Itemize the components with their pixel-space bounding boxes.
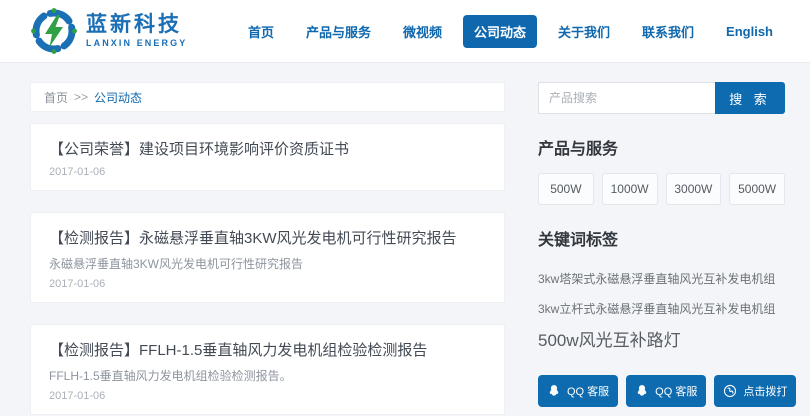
product-option-1000w[interactable]: 1000W [602, 173, 658, 205]
header: 蓝新科技 LANXIN ENERGY 首页 产品与服务 微视频 公司动态 关于我… [0, 0, 810, 63]
news-column: 首页 >> 公司动态 【公司荣誉】建设项目环境影响评价资质证书 2017-01-… [30, 82, 505, 416]
nav-item-home[interactable]: 首页 [237, 15, 285, 48]
news-title: 【检测报告】永磁悬浮垂直轴3KW风光发电机可行性研究报告 [49, 227, 486, 248]
contact-buttons: QQ 客服 QQ 客服 点击拨打 [538, 375, 785, 407]
qq-service-label: QQ 客服 [655, 383, 697, 399]
nav-item-english[interactable]: English [715, 17, 784, 46]
breadcrumb: 首页 >> 公司动态 [30, 82, 505, 112]
keyword-tag[interactable]: 500w风光互补路灯 [538, 331, 681, 350]
qq-service-button-2[interactable]: QQ 客服 [626, 375, 706, 407]
news-item-2[interactable]: 【检测报告】永磁悬浮垂直轴3KW风光发电机可行性研究报告 永磁悬浮垂直轴3KW风… [30, 212, 505, 303]
call-button-label: 点击拨打 [743, 383, 787, 399]
news-summary: FFLH-1.5垂直轴风力发电机组检验检测报告。 [49, 367, 486, 384]
product-search: 搜 索 [538, 82, 785, 114]
product-options: 500W 1000W 3000W 5000W [538, 173, 785, 205]
lightning-emblem-icon [30, 7, 78, 55]
qq-icon [547, 384, 561, 398]
news-date: 2017-01-06 [49, 390, 486, 402]
product-option-500w[interactable]: 500W [538, 173, 594, 205]
search-button[interactable]: 搜 索 [715, 82, 785, 114]
product-option-5000w[interactable]: 5000W [729, 173, 785, 205]
nav-item-products[interactable]: 产品与服务 [295, 15, 382, 48]
brand-text: 蓝新科技 LANXIN ENERGY [86, 14, 187, 48]
qq-icon [635, 384, 649, 398]
brand-name-cn: 蓝新科技 [86, 14, 187, 35]
breadcrumb-current[interactable]: 公司动态 [94, 89, 142, 106]
nav-item-videos[interactable]: 微视频 [392, 15, 453, 48]
content: 首页 >> 公司动态 【公司荣誉】建设项目环境影响评价资质证书 2017-01-… [0, 63, 810, 416]
products-heading: 产品与服务 [538, 135, 785, 159]
qq-service-button-1[interactable]: QQ 客服 [538, 375, 618, 407]
keyword-tag[interactable]: 3kw塔架式永磁悬浮垂直轴风光互补发电机组 [538, 272, 775, 286]
nav-item-contact[interactable]: 联系我们 [631, 15, 705, 48]
qq-service-label: QQ 客服 [567, 383, 609, 399]
news-title: 【公司荣誉】建设项目环境影响评价资质证书 [49, 138, 486, 159]
main-nav: 首页 产品与服务 微视频 公司动态 关于我们 联系我们 English [237, 15, 784, 48]
news-item-1[interactable]: 【公司荣誉】建设项目环境影响评价资质证书 2017-01-06 [30, 123, 505, 191]
news-date: 2017-01-06 [49, 166, 486, 178]
news-item-3[interactable]: 【检测报告】FFLH-1.5垂直轴风力发电机组检验检测报告 FFLH-1.5垂直… [30, 324, 505, 415]
keywords-heading: 关键词标签 [538, 226, 785, 250]
call-button[interactable]: 点击拨打 [714, 375, 796, 407]
news-summary: 永磁悬浮垂直轴3KW风光发电机可行性研究报告 [49, 255, 486, 272]
phone-icon [723, 384, 737, 398]
brand-logo[interactable]: 蓝新科技 LANXIN ENERGY [30, 7, 187, 55]
news-date: 2017-01-06 [49, 278, 486, 290]
product-option-3000w[interactable]: 3000W [666, 173, 722, 205]
sidebar: 搜 索 产品与服务 500W 1000W 3000W 5000W 关键词标签 3… [538, 82, 785, 416]
breadcrumb-separator: >> [74, 90, 88, 104]
breadcrumb-home-link[interactable]: 首页 [44, 89, 68, 106]
brand-name-en: LANXIN ENERGY [86, 39, 187, 48]
nav-item-about[interactable]: 关于我们 [547, 15, 621, 48]
news-title: 【检测报告】FFLH-1.5垂直轴风力发电机组检验检测报告 [49, 339, 486, 360]
search-input[interactable] [538, 82, 715, 114]
keyword-tag[interactable]: 3kw立杆式永磁悬浮垂直轴风光互补发电机组 [538, 302, 775, 316]
nav-item-news[interactable]: 公司动态 [463, 15, 537, 48]
keyword-tags: 3kw塔架式永磁悬浮垂直轴风光互补发电机组 3kw立杆式永磁悬浮垂直轴风光互补发… [538, 264, 785, 357]
